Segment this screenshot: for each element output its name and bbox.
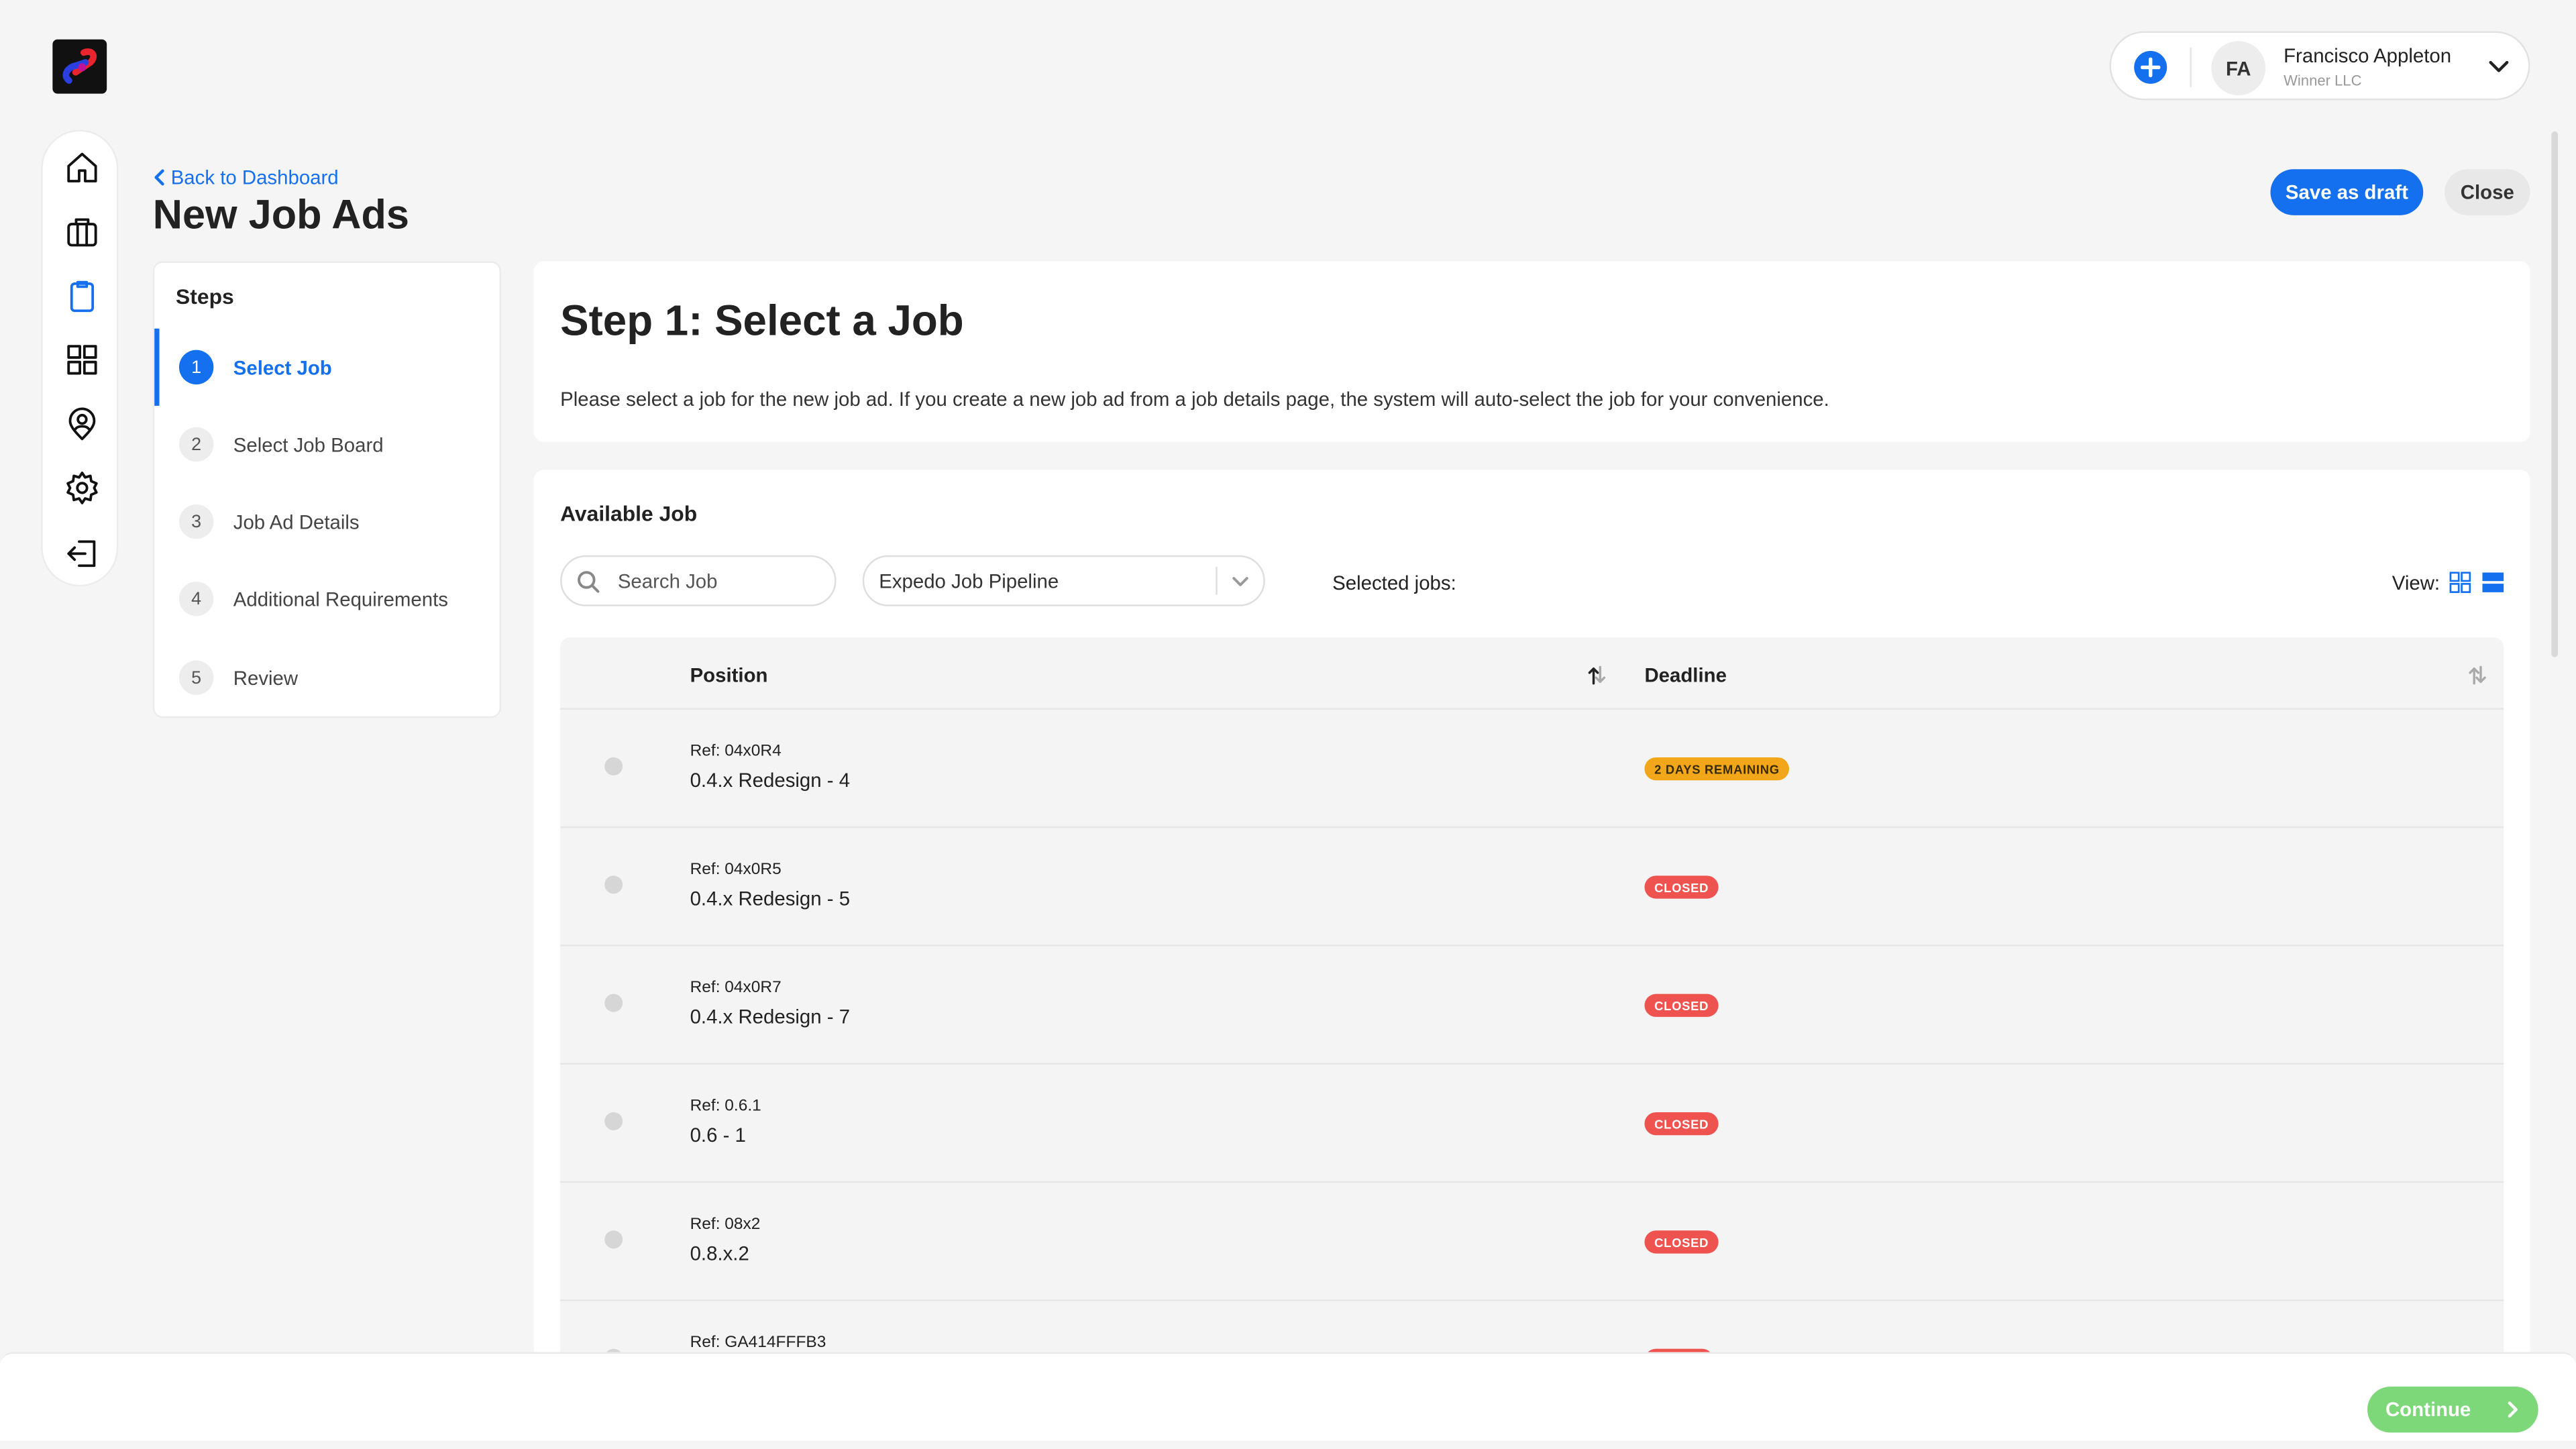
table-row[interactable]: Ref: 08x2 0.8.x.2 CLOSED: [560, 1183, 2504, 1301]
job-ref: Ref: 08x2: [690, 1216, 761, 1234]
step-number: 3: [178, 504, 214, 539]
sort-icon[interactable]: [2467, 663, 2487, 686]
steps-title: Steps: [176, 284, 234, 309]
user-organization: Winner LLC: [2284, 72, 2362, 89]
app-logo[interactable]: [52, 39, 107, 94]
save-as-draft-button[interactable]: Save as draft: [2270, 169, 2424, 215]
chevron-right-icon: [2508, 1401, 2518, 1418]
available-jobs-title: Available Job: [560, 500, 698, 526]
step-number: 5: [178, 660, 214, 695]
search-input[interactable]: [617, 569, 815, 592]
briefcase-icon[interactable]: [62, 212, 100, 250]
step-additional-requirements[interactable]: 4 Additional Requirements: [154, 560, 499, 637]
home-icon[interactable]: [62, 148, 100, 185]
clipboard-icon[interactable]: [62, 276, 100, 313]
job-ref: Ref: 04x0R5: [690, 861, 782, 879]
jobs-table: Position Deadline Ref: 04x0R4 0.4.x Rede…: [560, 637, 2504, 1390]
create-new-button[interactable]: [2134, 50, 2167, 84]
column-header-deadline[interactable]: Deadline: [1644, 663, 1726, 686]
column-header-position[interactable]: Position: [690, 663, 768, 686]
step-select-job[interactable]: 1 Select Job: [154, 328, 499, 406]
available-jobs-card: Available Job Expedo Job Pipeline Select…: [533, 470, 2530, 1390]
table-row[interactable]: Ref: 0.6.1 0.6 - 1 CLOSED: [560, 1065, 2504, 1183]
step-job-ad-details[interactable]: 3 Job Ad Details: [154, 483, 499, 560]
row-select-radio[interactable]: [604, 757, 623, 775]
avatar[interactable]: FA: [2211, 41, 2266, 96]
step-label: Review: [233, 666, 299, 690]
job-position: 0.4.x Redesign - 7: [690, 1005, 851, 1029]
page-scrollbar[interactable]: [2551, 131, 2559, 657]
row-select-radio[interactable]: [604, 1112, 623, 1130]
job-position: 0.4.x Redesign - 5: [690, 887, 851, 910]
user-menu-divider: [2190, 48, 2192, 87]
list-view-icon[interactable]: [2482, 572, 2504, 593]
job-position: 0.8.x.2: [690, 1242, 749, 1265]
search-icon: [578, 570, 600, 592]
table-row[interactable]: Ref: 04x0R5 0.4.x Redesign - 5 CLOSED: [560, 828, 2504, 947]
table-header: Position Deadline: [560, 637, 2504, 710]
step-number: 1: [178, 350, 214, 385]
back-to-dashboard-link[interactable]: Back to Dashboard: [153, 166, 339, 189]
app-root: FA Francisco Appleton Winner LLC Back to…: [0, 0, 2576, 1441]
row-select-radio[interactable]: [604, 1230, 623, 1249]
row-select-radio[interactable]: [604, 875, 623, 894]
gear-icon[interactable]: [62, 468, 100, 506]
step-select-job-board[interactable]: 2 Select Job Board: [154, 406, 499, 483]
footer-bar: Continue: [0, 1352, 2576, 1441]
user-name: Francisco Appleton: [2284, 44, 2452, 68]
continue-button[interactable]: Continue: [2367, 1386, 2538, 1433]
step-title: Step 1: Select a Job: [560, 295, 964, 345]
user-menu[interactable]: FA Francisco Appleton Winner LLC: [2109, 31, 2530, 101]
job-ref: Ref: 04x0R7: [690, 979, 782, 998]
chevron-down-icon[interactable]: [2485, 52, 2512, 78]
page-title: New Job Ads: [152, 192, 409, 239]
step-review[interactable]: 5 Review: [154, 639, 499, 716]
status-badge: 2 DAYS REMAINING: [1644, 757, 1790, 781]
close-button[interactable]: Close: [2445, 169, 2530, 215]
logout-icon[interactable]: [62, 534, 100, 572]
status-badge: CLOSED: [1644, 1112, 1719, 1136]
continue-label: Continue: [2385, 1398, 2471, 1421]
pipeline-select-value: Expedo Job Pipeline: [879, 569, 1059, 592]
grid-view-icon[interactable]: [2449, 572, 2471, 593]
step-number: 4: [178, 581, 214, 616]
steps-panel: Steps 1 Select Job 2 Select Job Board 3 …: [152, 261, 501, 718]
job-ref: Ref: GA414FFFB3: [690, 1334, 826, 1352]
chevron-left-icon: [154, 169, 164, 186]
step-number: 2: [178, 427, 214, 462]
step-label: Additional Requirements: [233, 587, 448, 610]
status-badge: CLOSED: [1644, 875, 1719, 899]
step-intro-card: Step 1: Select a Job Please select a job…: [533, 261, 2530, 442]
row-select-radio[interactable]: [604, 994, 623, 1012]
pipeline-select[interactable]: Expedo Job Pipeline: [862, 555, 1265, 606]
search-box[interactable]: [560, 555, 837, 606]
view-label: View:: [2392, 572, 2440, 595]
job-position: 0.4.x Redesign - 4: [690, 769, 851, 792]
grid-icon[interactable]: [62, 340, 100, 378]
status-badge: CLOSED: [1644, 1230, 1719, 1254]
status-badge: CLOSED: [1644, 994, 1719, 1017]
sort-icon[interactable]: [1587, 663, 1607, 686]
table-row[interactable]: Ref: 04x0R7 0.4.x Redesign - 7 CLOSED: [560, 947, 2504, 1065]
pipeline-select-divider: [1216, 566, 1218, 595]
job-ref: Ref: 0.6.1: [690, 1097, 761, 1116]
chevron-down-icon: [1232, 576, 1248, 586]
step-label: Select Job: [233, 356, 332, 379]
step-label: Job Ad Details: [233, 510, 360, 533]
user-pin-icon[interactable]: [62, 404, 100, 441]
job-ref: Ref: 04x0R4: [690, 742, 782, 761]
selected-jobs-label: Selected jobs:: [1332, 572, 1456, 595]
plus-icon: [2141, 57, 2161, 78]
step-description: Please select a job for the new job ad. …: [560, 387, 1829, 411]
back-link-label: Back to Dashboard: [170, 166, 339, 189]
sidebar-nav: [41, 129, 119, 587]
step-label: Select Job Board: [233, 433, 384, 456]
job-position: 0.6 - 1: [690, 1124, 746, 1147]
table-row[interactable]: Ref: 04x0R4 0.4.x Redesign - 4 2 DAYS RE…: [560, 710, 2504, 828]
